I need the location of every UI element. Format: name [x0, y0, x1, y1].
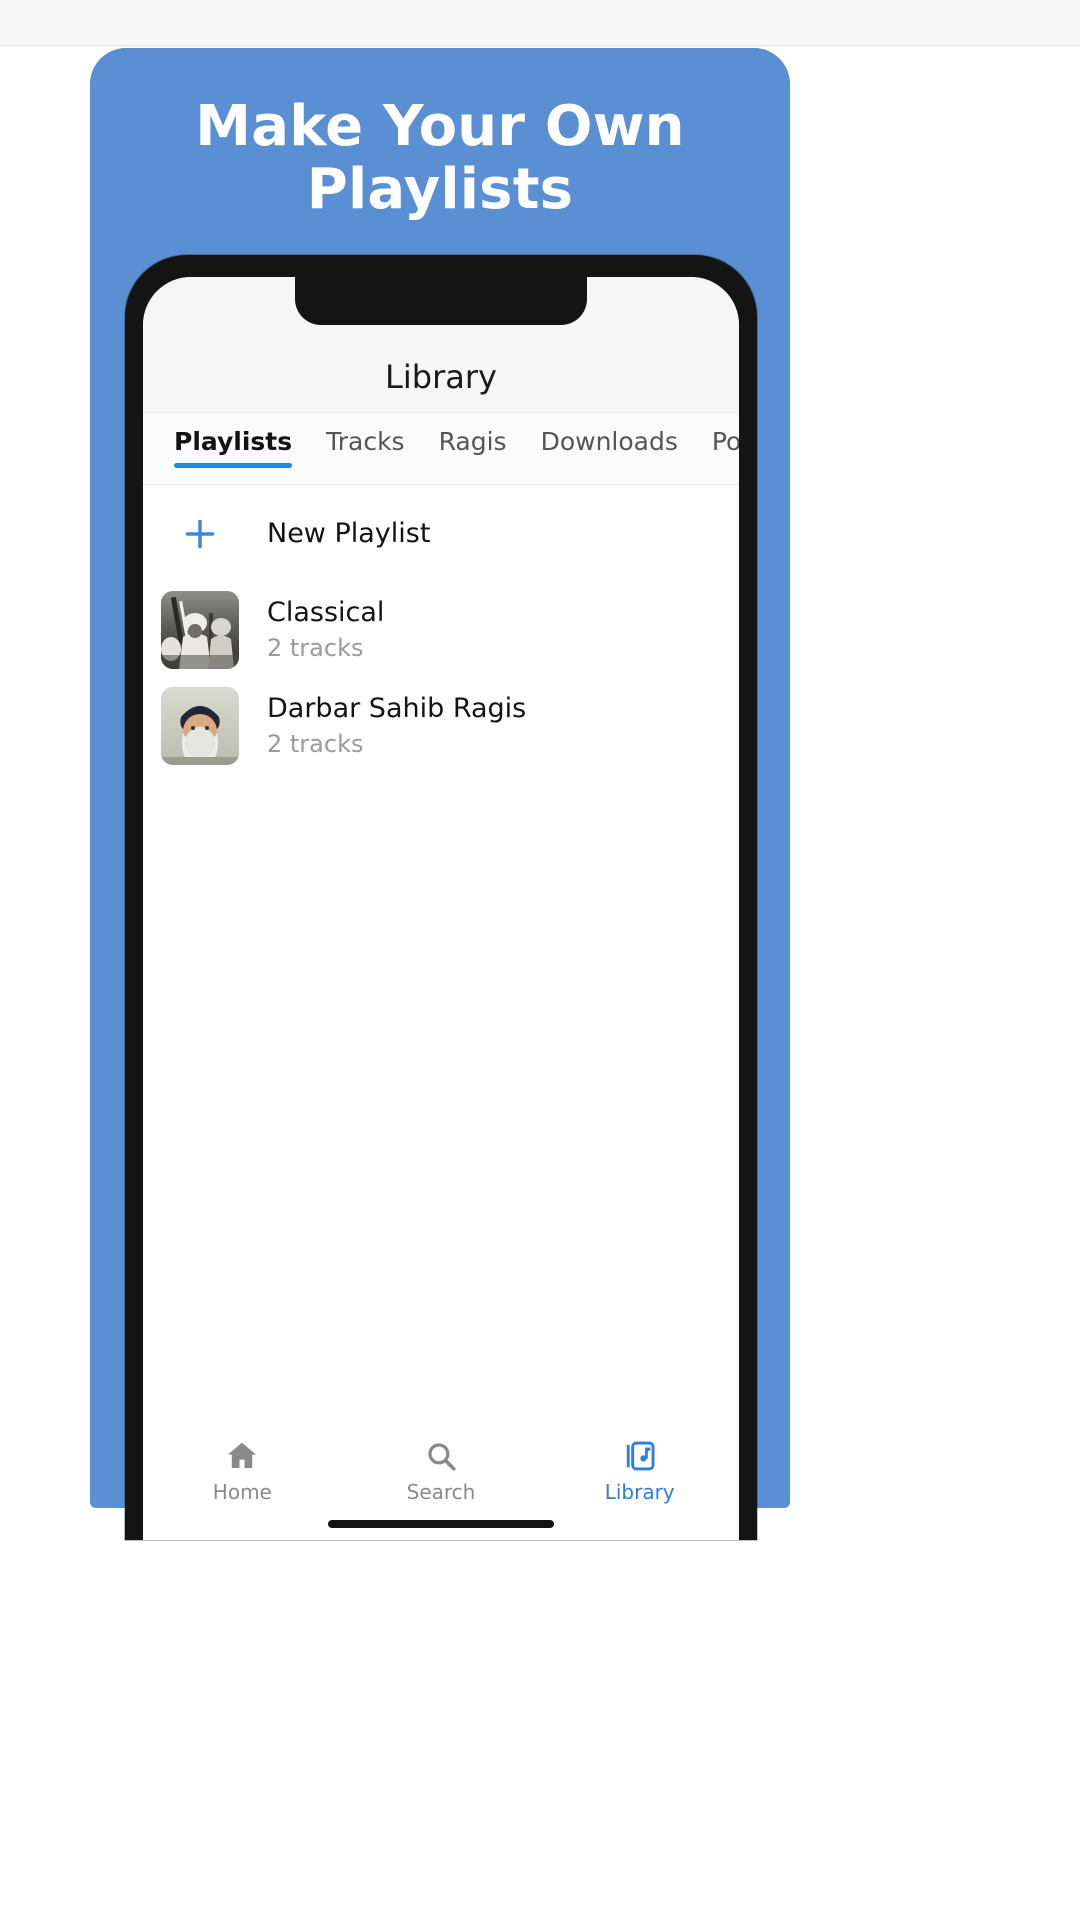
tab-tracks-label: Tracks — [326, 427, 405, 456]
tab-downloads-label: Downloads — [540, 427, 678, 456]
new-playlist-text: New Playlist — [267, 517, 430, 551]
playlist-title: Darbar Sahib Ragis — [267, 693, 527, 725]
playlist-text-darbar-sahib-ragis: Darbar Sahib Ragis 2 tracks — [267, 692, 526, 760]
library-icon — [622, 1436, 658, 1476]
playlist-text-classical: Classical 2 tracks — [267, 596, 384, 664]
playlist-thumbnail-classical — [161, 591, 239, 669]
phone-screen: Library Playlists Tracks Ragis Downloads — [143, 277, 739, 1540]
phone-notch — [295, 277, 587, 325]
tab-active-indicator — [174, 463, 293, 468]
playlist-row-classical[interactable]: Classical 2 tracks — [143, 582, 739, 678]
plus-icon[interactable] — [161, 514, 239, 554]
tab-downloads[interactable]: Downloads — [524, 413, 695, 456]
tab-podcasts-label: Podcasts — [711, 427, 739, 456]
library-tab-strip[interactable]: Playlists Tracks Ragis Downloads Podcast… — [143, 413, 739, 485]
promo-title: Make Your Own Playlists — [90, 94, 790, 222]
bottom-nav-label-search: Search — [406, 1480, 476, 1504]
playlist-thumbnail-darbar-sahib-ragis — [161, 687, 239, 765]
bottom-nav-label-library: Library — [604, 1480, 675, 1504]
playlist-list: New Playlist Classical 2 tracks Darbar S… — [143, 486, 739, 774]
new-playlist-row[interactable]: New Playlist — [143, 486, 739, 582]
browser-top-strip — [0, 0, 1080, 46]
home-icon — [224, 1436, 260, 1476]
tab-playlists-label: Playlists — [174, 427, 293, 456]
new-playlist-label: New Playlist — [267, 518, 431, 550]
bottom-nav-label-home: Home — [212, 1480, 272, 1504]
phone-mockup: Library Playlists Tracks Ragis Downloads — [125, 255, 757, 1540]
tab-ragis[interactable]: Ragis — [422, 413, 524, 456]
promo-title-line-2: Playlists — [306, 156, 574, 222]
bottom-nav-item-library[interactable]: Library — [540, 1422, 739, 1540]
tab-ragis-label: Ragis — [438, 427, 507, 456]
playlist-row-darbar-sahib-ragis[interactable]: Darbar Sahib Ragis 2 tracks — [143, 678, 739, 774]
promo-title-line-1: Make Your Own — [195, 94, 685, 159]
playlist-track-count: 2 tracks — [267, 729, 364, 758]
page-title: Library — [385, 358, 497, 396]
playlist-track-count: 2 tracks — [267, 633, 364, 662]
page-root: Make Your Own Playlists Library Playlist… — [0, 0, 1080, 1920]
home-indicator — [328, 1520, 554, 1528]
tab-tracks[interactable]: Tracks — [309, 413, 421, 456]
playlist-title: Classical — [267, 597, 385, 629]
bottom-nav-item-home[interactable]: Home — [143, 1422, 342, 1540]
tab-playlists[interactable]: Playlists — [157, 413, 309, 468]
search-icon — [424, 1436, 458, 1476]
tab-podcasts[interactable]: Podcasts — [695, 413, 739, 456]
